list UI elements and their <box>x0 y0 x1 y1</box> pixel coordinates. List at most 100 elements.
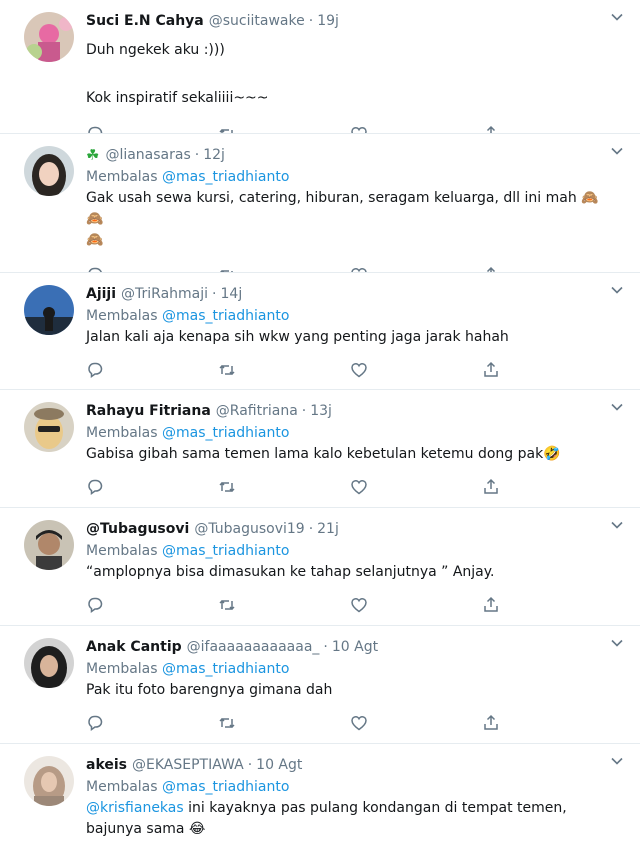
replying-to-handle[interactable]: @mas_triadhianto <box>162 169 289 185</box>
share-button[interactable] <box>482 360 614 380</box>
user-handle[interactable]: @EKASEPTIAWA <box>132 755 244 775</box>
tweet-actions <box>86 705 626 741</box>
separator-dot: · <box>323 639 328 655</box>
avatar[interactable] <box>24 520 74 570</box>
replying-to: Membalas @mas_triadhianto <box>86 541 626 562</box>
mention-link[interactable]: @krisfianekas <box>86 800 184 816</box>
retweet-button[interactable] <box>218 477 350 497</box>
timestamp[interactable]: 10 Agt <box>332 637 378 657</box>
caret-down-icon[interactable] <box>610 283 624 297</box>
tweet[interactable]: @Tubagusovi @Tubagusovi19 · 21j Membalas… <box>0 508 640 626</box>
like-button[interactable] <box>350 713 482 733</box>
tweet[interactable]: Suci E.N Cahya @suciitawake · 19j Duh ng… <box>0 0 640 134</box>
replying-to-handle[interactable]: @mas_triadhianto <box>162 308 289 324</box>
replying-to-label: Membalas <box>86 779 158 795</box>
avatar[interactable] <box>24 638 74 688</box>
tweet[interactable]: Anak Cantip @ifaaaaaaaaaaaa_ · 10 Agt Me… <box>0 626 640 744</box>
display-name[interactable]: Suci E.N Cahya <box>86 11 204 31</box>
tweet[interactable]: Ajiji @TriRahmaji · 14j Membalas @mas_tr… <box>0 273 640 390</box>
reply-button[interactable] <box>86 360 218 380</box>
replying-to-label: Membalas <box>86 425 158 441</box>
replying-to-label: Membalas <box>86 661 158 677</box>
like-icon <box>351 362 367 378</box>
user-handle[interactable]: @Tubagusovi19 <box>194 519 304 539</box>
timestamp[interactable]: 13j <box>310 401 332 421</box>
share-button[interactable] <box>482 124 614 133</box>
timestamp[interactable]: 12j <box>203 145 225 165</box>
display-name[interactable]: Rahayu Fitriana <box>86 401 211 421</box>
separator-dot: · <box>212 286 217 302</box>
avatar[interactable] <box>24 12 74 62</box>
reply-icon <box>88 362 103 378</box>
caret-down-icon[interactable] <box>610 518 624 532</box>
tweet-actions <box>86 587 626 623</box>
user-handle[interactable]: @TriRahmaji <box>121 284 208 304</box>
timestamp[interactable]: 19j <box>317 11 339 31</box>
like-button[interactable] <box>350 265 482 272</box>
share-icon <box>484 596 498 612</box>
retweet-button[interactable] <box>218 360 350 380</box>
tweet[interactable]: akeis @EKASEPTIAWA · 10 Agt Membalas @ma… <box>0 744 640 840</box>
like-icon <box>351 597 367 613</box>
tweet-header: Anak Cantip @ifaaaaaaaaaaaa_ · 10 Agt <box>86 636 626 658</box>
user-handle[interactable]: @suciitawake <box>209 11 305 31</box>
replying-to: Membalas @mas_triadhianto <box>86 659 626 680</box>
timestamp[interactable]: 10 Agt <box>256 755 302 775</box>
retweet-button[interactable] <box>218 265 350 272</box>
avatar[interactable] <box>24 285 74 335</box>
like-icon <box>351 479 367 495</box>
replying-to-handle[interactable]: @mas_triadhianto <box>162 779 289 795</box>
caret-down-icon[interactable] <box>610 754 624 768</box>
caret-down-icon[interactable] <box>610 144 624 158</box>
timestamp[interactable]: 14j <box>221 284 243 304</box>
tweet-header: ☘ @lianasaras · 12j <box>86 144 626 166</box>
caret-down-icon[interactable] <box>610 400 624 414</box>
reply-button[interactable] <box>86 595 218 615</box>
replying-to-handle[interactable]: @mas_triadhianto <box>162 425 289 441</box>
tweet-actions <box>86 116 626 133</box>
like-button[interactable] <box>350 360 482 380</box>
display-name[interactable]: Ajiji <box>86 284 116 304</box>
caret-down-icon[interactable] <box>610 10 624 24</box>
tweet[interactable]: Rahayu Fitriana @Rafitriana · 13j Membal… <box>0 390 640 508</box>
share-button[interactable] <box>482 477 614 497</box>
like-button[interactable] <box>350 477 482 497</box>
tweet[interactable]: ☘ @lianasaras · 12j Membalas @mas_triadh… <box>0 134 640 273</box>
retweet-button[interactable] <box>218 595 350 615</box>
tweet-text: @krisfianekas ini kayaknya pas pulang ko… <box>86 798 626 840</box>
share-icon <box>486 125 496 133</box>
reply-icon <box>88 715 103 731</box>
like-icon <box>351 267 367 272</box>
reply-button[interactable] <box>86 265 218 272</box>
reply-button[interactable] <box>86 713 218 733</box>
retweet-icon <box>219 481 235 493</box>
replying-to-handle[interactable]: @mas_triadhianto <box>162 543 289 559</box>
like-button[interactable] <box>350 595 482 615</box>
retweet-icon <box>219 599 235 611</box>
tweet-actions <box>86 352 626 388</box>
like-button[interactable] <box>350 124 482 133</box>
share-button[interactable] <box>482 265 614 272</box>
timestamp[interactable]: 21j <box>317 519 339 539</box>
user-handle[interactable]: @lianasaras <box>105 145 190 165</box>
share-button[interactable] <box>482 713 614 733</box>
separator-dot: · <box>308 521 314 537</box>
caret-down-icon[interactable] <box>610 636 624 650</box>
display-name[interactable]: @Tubagusovi <box>86 519 189 539</box>
display-name[interactable]: Anak Cantip <box>86 637 182 657</box>
reply-button[interactable] <box>86 124 218 133</box>
avatar[interactable] <box>24 146 74 196</box>
replying-to-label: Membalas <box>86 543 158 559</box>
retweet-button[interactable] <box>218 124 350 133</box>
display-name[interactable]: akeis <box>86 755 127 775</box>
avatar[interactable] <box>24 756 74 806</box>
replying-to-handle[interactable]: @mas_triadhianto <box>162 661 289 677</box>
avatar[interactable] <box>24 402 74 452</box>
share-button[interactable] <box>482 595 614 615</box>
user-handle[interactable]: @ifaaaaaaaaaaaa_ <box>187 637 320 657</box>
reply-icon <box>88 597 103 613</box>
like-icon <box>351 715 367 731</box>
user-handle[interactable]: @Rafitriana <box>216 401 298 421</box>
reply-button[interactable] <box>86 477 218 497</box>
retweet-button[interactable] <box>218 713 350 733</box>
